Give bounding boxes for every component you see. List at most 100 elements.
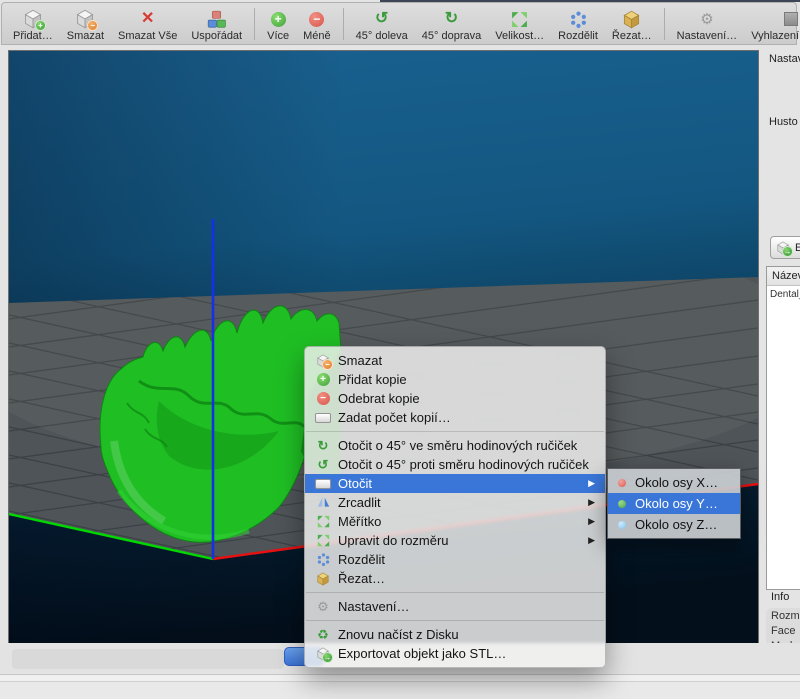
submenu-item-axis-x[interactable]: Okolo osy X… [608,472,740,493]
toolbar-label: Smazat [67,30,104,42]
toolbar-label: Smazat Vše [118,30,177,42]
axis-z-dot-icon [618,521,626,529]
menu-item-delete[interactable]: − Smazat [305,351,605,370]
toolbar-label: Méně [303,30,331,42]
scale-to-size-icon [314,533,332,549]
rotate-left-icon: ↺ [375,9,388,29]
delete-button[interactable]: − Smazat [60,9,111,42]
export-button-label: E [795,242,800,254]
remove-object-icon: − [75,9,95,29]
remove-object-icon: − [314,353,332,369]
rotate-icon [314,476,332,492]
settings-icon: ⚙ [700,9,713,29]
toolbar-separator [343,8,344,40]
menu-item-label: Nastavení… [338,599,410,614]
submenu-arrow-icon: ▶ [576,478,595,489]
submenu-item-label: Okolo osy X… [635,475,718,490]
menu-item-set-copies[interactable]: Zadat počet kopií… [305,408,605,427]
toolbar-label: Vyhlazení vrstev [751,30,800,42]
cut-icon [622,9,641,29]
arrange-button[interactable]: Uspořádat [184,9,249,42]
density-label: Husto [769,116,798,128]
menu-item-scale-to-size[interactable]: Upravit do rozměru ▶ [305,531,605,550]
export-stl-icon: → [776,241,790,255]
menu-item-label: Rozdělit [338,552,385,567]
menu-item-scale[interactable]: Měřítko ▶ [305,512,605,531]
mirror-icon [314,495,332,511]
scale-button[interactable]: Velikost… [488,9,551,42]
menu-separator [306,620,604,621]
toolbar-label: 45° doleva [356,30,408,42]
menu-item-label: Upravit do rozměru [338,533,449,548]
print-settings-label: Nastav [769,53,800,65]
rotate-right-button[interactable]: ↻ 45° doprava [415,9,488,42]
add-copy-icon: + [314,372,332,388]
menu-item-settings[interactable]: ⚙ Nastavení… [305,597,605,616]
info-title: Info [771,591,789,603]
toolbar-label: Více [267,30,289,42]
cut-button[interactable]: Řezat… [605,9,659,42]
menu-item-remove-copy[interactable]: − Odebrat kopie [305,389,605,408]
menu-item-label: Měřítko [338,514,381,529]
add-button[interactable]: + Přidat… [6,9,60,42]
submenu-arrow-icon: ▶ [576,535,595,546]
layer-smoothing-button[interactable]: Vyhlazení vrstev [744,9,800,42]
settings-button[interactable]: ⚙ Nastavení… [670,9,745,42]
toolbar-label: Uspořádat [191,30,242,42]
main-toolbar: + Přidat… − Smazat ✕ Smazat Vše Uspořáda… [1,2,797,45]
menu-item-label: Zadat počet kopií… [338,410,451,425]
layer-smoothing-icon [784,9,798,29]
menu-item-rotate[interactable]: Otočit ▶ [305,474,605,493]
objects-table: Název Dental_ [766,266,800,590]
menu-item-label: Zrcadlit [338,495,381,510]
submenu-item-axis-z[interactable]: Okolo osy Z… [608,514,740,535]
menu-item-mirror[interactable]: Zrcadlit ▶ [305,493,605,512]
fewer-copies-button[interactable]: − Méně [296,9,338,42]
slic3r-window: + Přidat… − Smazat ✕ Smazat Vše Uspořáda… [0,0,800,699]
export-stl-icon: → [314,646,332,662]
delete-all-button[interactable]: ✕ Smazat Vše [111,9,184,42]
toolbar-separator [664,8,665,40]
split-button[interactable]: Rozdělit [551,9,605,42]
submenu-item-label: Okolo osy Z… [635,517,717,532]
menu-item-rotate-ccw[interactable]: ↺ Otočit o 45° proti směru hodinových ru… [305,455,605,474]
submenu-item-label: Okolo osy Y… [635,496,718,511]
info-size-label: Rozm [766,608,800,623]
toolbar-label: Velikost… [495,30,544,42]
rotate-submenu: Okolo osy X… Okolo osy Y… Okolo osy Z… [607,468,741,539]
rotate-left-button[interactable]: ↺ 45° doleva [349,9,415,42]
menu-item-rotate-cw[interactable]: ↻ Otočit o 45° ve směru hodinových ručič… [305,436,605,455]
menu-item-split[interactable]: Rozdělit [305,550,605,569]
menu-separator [306,431,604,432]
menu-item-add-copy[interactable]: + Přidat kopie [305,370,605,389]
submenu-item-axis-y[interactable]: Okolo osy Y… [608,493,740,514]
more-copies-button[interactable]: + Více [260,9,296,42]
toolbar-label: Rozdělit [558,30,598,42]
info-facets-label: Face [766,623,800,638]
set-copies-icon [314,410,332,426]
settings-icon: ⚙ [314,599,332,615]
delete-all-icon: ✕ [141,9,154,29]
toolbar-separator [254,8,255,40]
menu-item-label: Otočit o 45° proti směru hodinových ruči… [338,457,589,472]
reload-icon: ♻ [314,627,332,643]
submenu-arrow-icon: ▶ [576,516,595,527]
toolbar-label: 45° doprava [422,30,481,42]
toolbar-label: Řezat… [612,30,652,42]
menu-item-cut[interactable]: Řezat… [305,569,605,588]
menu-item-label: Znovu načíst z Disku [338,627,459,642]
axis-y-dot-icon [618,500,626,508]
menu-item-export-stl[interactable]: → Exportovat objekt jako STL… [305,644,605,663]
cut-icon [314,571,332,587]
menu-separator [306,592,604,593]
split-icon [314,552,332,568]
menu-item-label: Smazat [338,353,382,368]
menu-item-label: Exportovat objekt jako STL… [338,646,506,661]
toolbar-label: Přidat… [13,30,53,42]
export-button[interactable]: → E [770,236,800,259]
right-panel: Nastav Husto → E Název Dental_ Info Rozm… [762,46,800,653]
rotate-ccw-icon: ↺ [314,457,332,473]
table-row[interactable]: Dental_ [767,286,800,303]
rotate-cw-icon: ↻ [314,438,332,454]
menu-item-reload[interactable]: ♻ Znovu načíst z Disku [305,625,605,644]
